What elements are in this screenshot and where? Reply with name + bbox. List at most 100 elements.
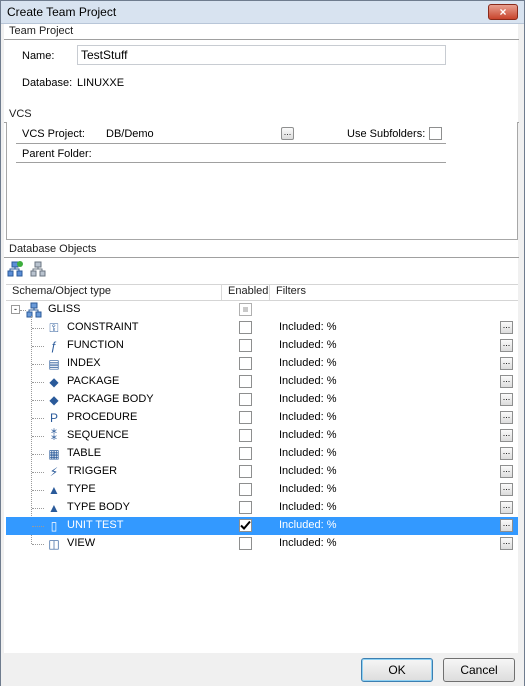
- enabled-checkbox[interactable]: [239, 357, 252, 370]
- filter-edit-button[interactable]: ...: [500, 501, 513, 514]
- database-value: LINUXXE: [77, 77, 125, 89]
- tree-branch: [32, 400, 44, 401]
- filter-value: Included: %: [279, 537, 337, 549]
- tree-branch: [32, 346, 44, 347]
- object-row[interactable]: ⚿ CONSTRAINT Included: %...: [6, 319, 518, 337]
- constraint-icon: ⚿: [49, 321, 59, 335]
- col-enabled[interactable]: Enabled: [222, 284, 270, 300]
- enabled-checkbox[interactable]: [239, 483, 252, 496]
- object-type-name: TABLE: [67, 447, 102, 459]
- enabled-checkbox[interactable]: [239, 411, 252, 424]
- vcs-project-browse-button[interactable]: ...: [281, 127, 294, 140]
- enabled-checkbox[interactable]: [239, 447, 252, 460]
- object-row[interactable]: ▦ TABLE Included: %...: [6, 445, 518, 463]
- type-body-icon: ▲: [48, 501, 60, 515]
- close-button[interactable]: ×: [488, 4, 518, 20]
- title-bar: Create Team Project ×: [1, 1, 524, 24]
- enabled-checkbox[interactable]: [239, 537, 252, 550]
- enabled-checkbox[interactable]: [239, 339, 252, 352]
- schema-enabled-checkbox[interactable]: [239, 303, 252, 316]
- tree-branch: [32, 490, 44, 491]
- filter-edit-button[interactable]: ...: [500, 375, 513, 388]
- enabled-checkbox[interactable]: [239, 501, 252, 514]
- vcs-project-value: DB/Demo: [106, 128, 154, 140]
- filter-edit-button[interactable]: ...: [500, 339, 513, 352]
- collapse-all-button[interactable]: [30, 261, 46, 277]
- filter-edit-button[interactable]: ...: [500, 465, 513, 478]
- object-row[interactable]: ◫ VIEW Included: %...: [6, 535, 518, 553]
- expand-all-icon: [7, 261, 23, 277]
- view-icon: ◫: [48, 537, 60, 551]
- filter-value: Included: %: [279, 411, 337, 423]
- object-type-name: UNIT TEST: [67, 519, 124, 531]
- parent-folder-label: Parent Folder:: [22, 148, 92, 160]
- collapse-all-icon: [30, 261, 46, 277]
- tree-branch: [32, 328, 44, 329]
- filter-edit-button[interactable]: ...: [500, 537, 513, 550]
- filter-value: Included: %: [279, 339, 337, 351]
- object-type-name: PROCEDURE: [67, 411, 138, 423]
- object-row[interactable]: ⚡ TRIGGER Included: %...: [6, 463, 518, 481]
- filter-edit-button[interactable]: ...: [500, 411, 513, 424]
- enabled-checkbox[interactable]: [239, 465, 252, 478]
- filter-edit-button[interactable]: ...: [500, 429, 513, 442]
- filter-edit-button[interactable]: ...: [500, 483, 513, 496]
- schema-name: GLISS: [48, 303, 81, 315]
- type-icon: ▲: [48, 483, 60, 497]
- database-label: Database:: [22, 77, 73, 89]
- object-type-name: SEQUENCE: [67, 429, 129, 441]
- tree-branch: [32, 472, 44, 473]
- object-row[interactable]: ◆ PACKAGE BODY Included: %...: [6, 391, 518, 409]
- use-subfolders-checkbox[interactable]: [429, 127, 442, 140]
- object-row[interactable]: ◆ PACKAGE Included: %...: [6, 373, 518, 391]
- schema-icon: [26, 302, 42, 318]
- expand-all-button[interactable]: [7, 261, 23, 277]
- filter-value: Included: %: [279, 447, 337, 459]
- index-icon: ▤: [48, 357, 60, 371]
- object-type-name: INDEX: [67, 357, 101, 369]
- vcs-label: VCS: [9, 108, 32, 120]
- team-project-label: Team Project: [9, 25, 74, 37]
- col-filters[interactable]: Filters: [270, 284, 518, 300]
- tree-branch: [32, 418, 44, 419]
- enabled-checkbox[interactable]: [239, 375, 252, 388]
- object-row[interactable]: ▤ INDEX Included: %...: [6, 355, 518, 373]
- object-type-name: VIEW: [67, 537, 96, 549]
- object-row[interactable]: ⁑ SEQUENCE Included: %...: [6, 427, 518, 445]
- object-row[interactable]: ▲ TYPE BODY Included: %...: [6, 499, 518, 517]
- filter-value: Included: %: [279, 393, 337, 405]
- schema-row[interactable]: - GLISS: [6, 301, 518, 319]
- filter-edit-button[interactable]: ...: [500, 393, 513, 406]
- enabled-checkbox[interactable]: [239, 519, 252, 532]
- object-type-name: FUNCTION: [67, 339, 124, 351]
- table-icon: ▦: [48, 447, 60, 461]
- object-type-name: TYPE: [67, 483, 96, 495]
- database-objects-label: Database Objects: [9, 243, 97, 255]
- col-schema-object-type[interactable]: Schema/Object type: [6, 284, 222, 300]
- use-subfolders-label: Use Subfolders:: [347, 128, 426, 140]
- filter-edit-button[interactable]: ...: [500, 519, 513, 532]
- enabled-checkbox[interactable]: [239, 393, 252, 406]
- vcs-project-label: VCS Project:: [22, 128, 85, 140]
- unit-test-icon: ▯: [50, 519, 58, 533]
- filter-edit-button[interactable]: ...: [500, 321, 513, 334]
- tree-branch: [32, 364, 44, 365]
- filter-value: Included: %: [279, 519, 337, 531]
- tree-branch: [32, 382, 44, 383]
- object-row[interactable]: ▲ TYPE Included: %...: [6, 481, 518, 499]
- object-row[interactable]: ▯ UNIT TEST Included: %...: [6, 517, 518, 535]
- sequence-icon: ⁑: [51, 429, 57, 443]
- filter-value: Included: %: [279, 429, 337, 441]
- cancel-button[interactable]: Cancel: [443, 658, 515, 682]
- enabled-checkbox[interactable]: [239, 321, 252, 334]
- filter-edit-button[interactable]: ...: [500, 357, 513, 370]
- collapse-toggle-icon[interactable]: -: [11, 305, 20, 314]
- object-row[interactable]: P PROCEDURE Included: %...: [6, 409, 518, 427]
- ok-button[interactable]: OK: [361, 658, 433, 682]
- object-row[interactable]: ƒ FUNCTION Included: %...: [6, 337, 518, 355]
- name-input[interactable]: [77, 45, 446, 65]
- filter-edit-button[interactable]: ...: [500, 447, 513, 460]
- enabled-checkbox[interactable]: [239, 429, 252, 442]
- team-project-section: Team Project: [4, 25, 519, 40]
- tree-branch: [32, 526, 44, 527]
